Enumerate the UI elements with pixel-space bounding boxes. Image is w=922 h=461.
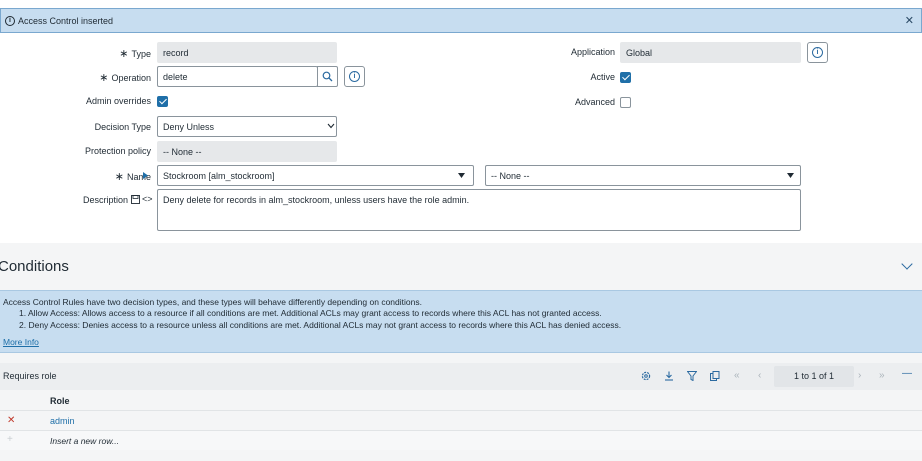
filter-icon[interactable] <box>687 371 697 381</box>
application-info-button[interactable]: i <box>807 42 828 63</box>
name-table-select[interactable]: Stockroom [alm_stockroom] <box>157 165 474 186</box>
decision-type-label: Decision Type <box>94 122 151 132</box>
related-list-title: Requires role <box>3 371 57 381</box>
description-textarea[interactable]: Deny delete for records in alm_stockroom… <box>157 189 801 231</box>
delete-row-icon[interactable]: ✕ <box>7 415 15 426</box>
advanced-label: Advanced <box>574 97 615 107</box>
dropdown-arrow-icon <box>458 173 465 178</box>
notification-banner: i Access Control inserted ✕ <box>0 8 922 33</box>
active-label: Active <box>590 72 615 82</box>
table-row: ✕ admin <box>0 410 922 430</box>
last-page-icon[interactable]: » <box>879 370 885 381</box>
type-label: ∗ Type <box>119 48 151 60</box>
previous-page-icon[interactable]: ‹ <box>758 370 761 381</box>
gear-icon[interactable] <box>641 371 651 381</box>
advanced-checkbox[interactable] <box>620 97 631 108</box>
protection-policy-field: -- None -- <box>157 141 337 162</box>
insert-row-placeholder[interactable]: Insert a new row... <box>50 436 119 446</box>
download-icon[interactable] <box>664 371 674 381</box>
close-icon[interactable]: ✕ <box>905 14 914 27</box>
caret-right-icon[interactable] <box>143 172 148 179</box>
decision-type-select[interactable]: Deny Unless <box>157 116 337 137</box>
chevron-down-icon <box>327 123 335 129</box>
required-marker: ∗ <box>119 48 129 60</box>
first-page-icon[interactable]: « <box>734 370 740 381</box>
info-icon: i <box>812 47 823 58</box>
more-info-link[interactable]: More Info <box>3 337 39 347</box>
banner-message: Access Control inserted <box>18 15 114 26</box>
search-button[interactable] <box>317 66 338 87</box>
operation-label: ∗ Operation <box>99 72 151 84</box>
info-allow: 1. Allow Access: Allows access to a reso… <box>19 308 602 318</box>
next-page-icon[interactable]: › <box>858 370 861 381</box>
copy-icon[interactable] <box>710 371 720 381</box>
conditions-title: Conditions <box>0 258 69 275</box>
info-deny: 2. Deny Access: Denies access to a resou… <box>19 320 622 330</box>
type-field: record <box>157 42 337 63</box>
role-link[interactable]: admin <box>50 416 75 426</box>
code-icon[interactable]: <> <box>142 194 153 204</box>
name-field-select[interactable]: -- None -- <box>485 165 801 186</box>
column-header-role[interactable]: Role <box>50 396 70 406</box>
dropdown-arrow-icon <box>787 173 794 178</box>
admin-overrides-checkbox[interactable] <box>157 96 168 107</box>
search-icon <box>322 71 333 82</box>
admin-overrides-label: Admin overrides <box>85 96 151 106</box>
collapse-icon[interactable]: — <box>902 368 912 379</box>
save-icon[interactable] <box>131 195 140 204</box>
related-list-header: Requires role « ‹ 1 to 1 of 1 › » — <box>0 363 922 390</box>
insert-row[interactable]: + Insert a new row... <box>0 430 922 450</box>
conditions-info-box: Access Control Rules have two decision t… <box>0 290 922 353</box>
info-icon: i <box>5 15 15 26</box>
protection-policy-label: Protection policy <box>84 146 151 156</box>
active-checkbox[interactable] <box>620 72 631 83</box>
application-field: Global <box>620 42 801 63</box>
info-intro: Access Control Rules have two decision t… <box>3 297 422 307</box>
info-icon: i <box>349 71 360 82</box>
operation-input[interactable]: delete <box>157 66 318 87</box>
pagination-indicator: 1 to 1 of 1 <box>774 366 854 387</box>
application-label: Application <box>570 47 615 57</box>
add-icon: + <box>7 434 13 445</box>
description-label: Description <box>82 195 128 205</box>
operation-info-button[interactable]: i <box>344 66 365 87</box>
